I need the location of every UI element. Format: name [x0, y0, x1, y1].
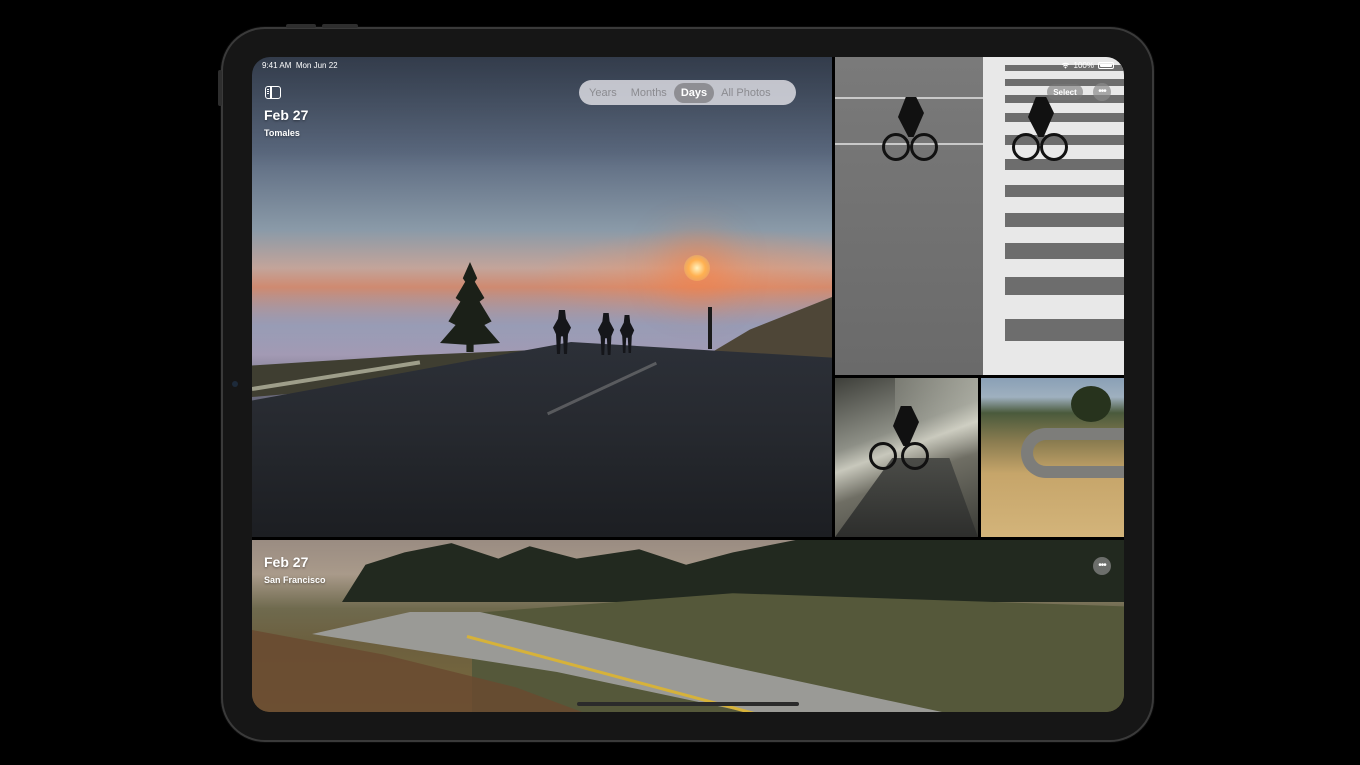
power-button [218, 70, 222, 106]
photo-sunset-cyclists[interactable] [252, 57, 832, 537]
battery-percent: 100% [1073, 61, 1094, 70]
ellipsis-icon[interactable]: ••• [1093, 557, 1111, 575]
cyclist [880, 97, 940, 177]
ellipsis-icon[interactable]: ••• [1093, 83, 1111, 101]
home-indicator[interactable] [577, 702, 799, 706]
segment-all-photos[interactable]: All Photos [714, 83, 778, 103]
select-button[interactable]: Select [1047, 84, 1083, 100]
winding-road [1021, 428, 1124, 478]
day-group-location: San Francisco [264, 575, 326, 585]
battery-icon [1098, 62, 1114, 69]
photo-coastal-road[interactable] [252, 540, 1124, 712]
sidebar-toggle-icon[interactable] [265, 86, 281, 99]
photos-screen: 9:41 AM Mon Jun 22 100% Feb 27 Tomales Y… [252, 57, 1124, 712]
segment-days[interactable]: Days [673, 82, 715, 103]
sun [684, 255, 710, 281]
volume-button [322, 24, 358, 28]
photo-crosswalk-bw[interactable] [835, 57, 1124, 375]
status-time: 9:41 AM Mon Jun 22 [262, 61, 338, 70]
segment-years[interactable]: Years [582, 83, 624, 103]
view-switcher: Years Months Days All Photos [579, 80, 796, 105]
day-group-date: Feb 27 [264, 107, 309, 123]
front-camera [232, 381, 238, 387]
oak-tree [1071, 386, 1111, 422]
photo-aerial-switchback[interactable] [981, 378, 1124, 537]
tree-line [342, 540, 1124, 602]
day-group-location: Tomales [264, 128, 300, 138]
status-bar: 9:41 AM Mon Jun 22 100% [252, 57, 1124, 75]
photo-forest-cyclist[interactable] [835, 378, 978, 537]
volume-button [286, 24, 316, 28]
day-group-date: Feb 27 [264, 554, 309, 570]
segment-months[interactable]: Months [624, 83, 674, 103]
wifi-icon [1061, 62, 1069, 69]
cyclist [1010, 97, 1070, 177]
cyclist [869, 406, 935, 486]
